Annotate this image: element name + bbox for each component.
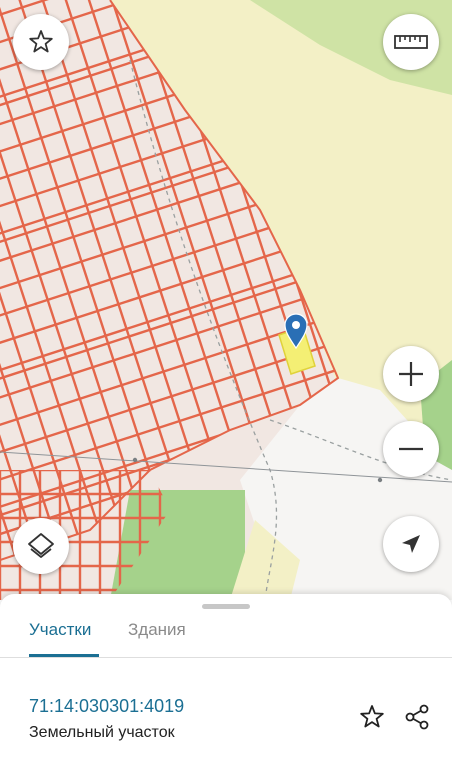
tabs-divider: [0, 657, 452, 658]
bottom-sheet: Участки Здания 71:14:030301:4019 Земельн…: [0, 594, 452, 767]
plus-icon: [399, 362, 423, 386]
layers-button[interactable]: [13, 518, 69, 574]
locate-button[interactable]: [383, 516, 439, 572]
parcel-type-label: Земельный участок: [29, 724, 175, 741]
ruler-button[interactable]: [383, 14, 439, 70]
share-icon: [405, 704, 429, 730]
minus-icon: [399, 447, 423, 451]
navigation-arrow-icon: [402, 535, 420, 553]
zoom-in-button[interactable]: [383, 346, 439, 402]
star-icon: [29, 30, 53, 53]
layers-icon: [28, 533, 54, 558]
star-icon: [360, 705, 384, 728]
map-view[interactable]: [0, 0, 452, 600]
tab-buildings[interactable]: Здания: [128, 620, 186, 640]
favorites-button[interactable]: [13, 14, 69, 70]
sheet-drag-handle[interactable]: [202, 604, 250, 609]
add-favorite-button[interactable]: [357, 702, 387, 732]
share-button[interactable]: [402, 702, 432, 732]
tab-parcels[interactable]: Участки: [29, 620, 91, 640]
cadastral-number-link[interactable]: 71:14:030301:4019: [29, 696, 184, 717]
ruler-icon: [394, 35, 428, 49]
zoom-out-button[interactable]: [383, 421, 439, 477]
